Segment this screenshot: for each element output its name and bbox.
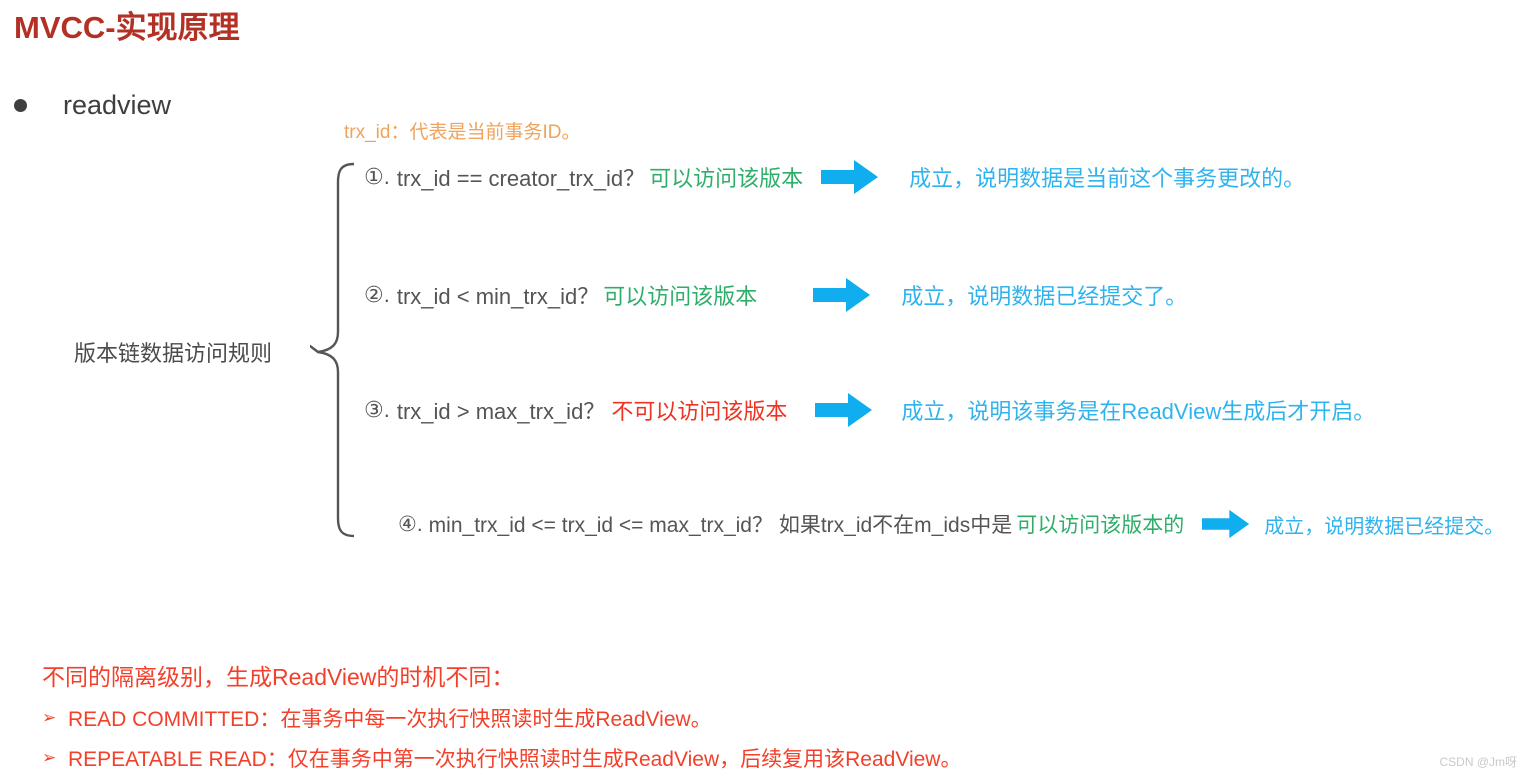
list-item-label: READ COMMITTED：在事务中每一次执行快照读时生成ReadView。 <box>68 708 712 731</box>
list-item: ➢ REPEATABLE READ：仅在事务中第一次执行快照读时生成ReadVi… <box>42 743 961 773</box>
rule-row: ②. trx_id < min_trx_id？ 可以访问该版本 成立，说明数据已… <box>364 277 1187 313</box>
rule-verdict: 可以访问该版本的 <box>1016 514 1185 537</box>
rule-condition: trx_id == creator_trx_id？ <box>396 166 646 191</box>
right-arrow-icon <box>813 277 871 313</box>
rule-result: 成立，说明数据已经提交了。 <box>901 284 1188 309</box>
rule-row: ③. trx_id > max_trx_id？ 不可以访问该版本 成立，说明该事… <box>364 392 1375 428</box>
right-arrow-icon <box>815 392 873 428</box>
group-label-version-chain-rules: 版本链数据访问规则 <box>74 341 273 366</box>
bullet-readview-label: readview <box>63 90 172 120</box>
rule-result: 成立，说明数据已经提交。 <box>1264 515 1505 538</box>
rule-condition: trx_id > max_trx_id？ <box>396 399 606 424</box>
trx-id-note: trx_id：代表是当前事务ID。 <box>344 122 581 143</box>
rule-verdict: 可以访问该版本 <box>649 166 804 191</box>
rule-index: ③. <box>364 397 390 422</box>
curly-brace-icon <box>310 160 354 540</box>
rule-result: 成立，说明该事务是在ReadView生成后才开启。 <box>901 399 1376 424</box>
right-arrow-icon <box>1202 508 1250 540</box>
rule-index: ②. <box>364 282 390 307</box>
page-title: MVCC-实现原理 <box>14 10 240 45</box>
list-item: ➢ READ COMMITTED：在事务中每一次执行快照读时生成ReadView… <box>42 703 712 733</box>
rule-row: ①. trx_id == creator_trx_id？ 可以访问该版本 成立，… <box>364 159 1305 195</box>
right-arrow-icon <box>821 159 879 195</box>
arrow-bullet-icon: ➢ <box>42 708 57 727</box>
rule-verdict: 可以访问该版本 <box>603 284 758 309</box>
rule-condition: trx_id < min_trx_id？ <box>396 284 600 309</box>
bullet-dot-icon <box>14 99 27 112</box>
rule-index: ①. <box>364 164 390 189</box>
rule-verdict: 不可以访问该版本 <box>611 399 788 424</box>
isolation-level-heading: 不同的隔离级别，生成ReadView的时机不同： <box>42 664 515 690</box>
csdn-watermark: CSDN @Jm呀 <box>1439 755 1517 769</box>
arrow-bullet-icon: ➢ <box>42 748 57 767</box>
rule-index: ④. <box>398 512 423 536</box>
rule-row: ④. min_trx_id <= trx_id <= max_trx_id？ 如… <box>398 508 1504 540</box>
list-item-label: REPEATABLE READ：仅在事务中第一次执行快照读时生成ReadView… <box>68 748 962 771</box>
bullet-readview: readview <box>14 90 171 121</box>
rule-result: 成立，说明数据是当前这个事务更改的。 <box>909 166 1306 191</box>
rule-condition: min_trx_id <= trx_id <= max_trx_id？ 如果tr… <box>428 514 1013 537</box>
